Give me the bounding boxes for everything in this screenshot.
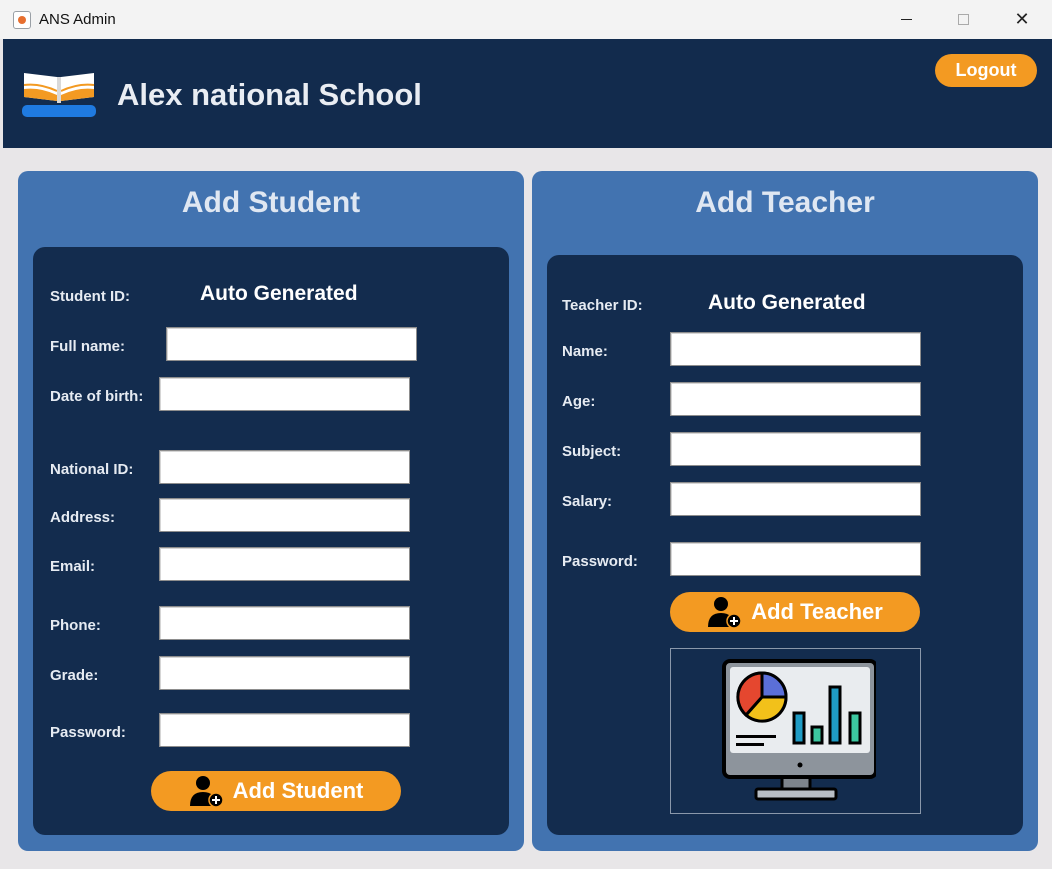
maximize-icon (957, 14, 969, 25)
illustration-frame (670, 648, 921, 814)
window-title: ANS Admin (39, 11, 116, 28)
subject-field[interactable] (670, 432, 921, 466)
add-student-button[interactable]: Add Student (151, 771, 401, 811)
add-teacher-label: Add Teacher (751, 599, 883, 624)
logout-button[interactable]: Logout (935, 54, 1037, 87)
date-of-birth-field[interactable] (159, 377, 410, 411)
teacher-id-label: Teacher ID: (562, 297, 643, 314)
analytics-monitor-icon (721, 659, 876, 801)
maximize-button[interactable] (934, 0, 992, 39)
teacher-name-field[interactable] (670, 332, 921, 366)
add-user-icon (189, 776, 224, 808)
teacher-password-field[interactable] (670, 542, 921, 576)
grade-field[interactable] (159, 656, 410, 690)
teacher-password-label: Password: (562, 553, 638, 570)
add-teacher-button[interactable]: Add Teacher (670, 592, 920, 632)
email-field[interactable] (159, 547, 410, 581)
student-form: Student ID: Auto Generated Full name: Da… (33, 247, 509, 835)
teacher-form: Teacher ID: Auto Generated Name: Age: Su… (547, 255, 1023, 835)
national-id-label: National ID: (50, 461, 134, 478)
email-label: Email: (50, 558, 96, 575)
date-of-birth-label: Date of birth: (50, 388, 144, 405)
student-password-field[interactable] (159, 713, 410, 747)
app-header: Alex national School Logout (3, 39, 1052, 148)
subject-label: Subject: (562, 443, 622, 460)
add-teacher-title: Add Teacher (695, 186, 875, 219)
age-field[interactable] (670, 382, 921, 416)
add-teacher-panel: Add Teacher Teacher ID: Auto Generated N… (532, 171, 1038, 851)
add-student-title: Add Student (181, 186, 361, 219)
minimize-icon (900, 19, 912, 20)
full-name-field[interactable] (166, 327, 417, 361)
add-user-icon (708, 597, 742, 629)
student-id-label: Student ID: (50, 288, 130, 305)
minimize-button[interactable] (877, 0, 935, 39)
teacher-id-value: Auto Generated (708, 291, 866, 314)
salary-field[interactable] (670, 482, 921, 516)
phone-field[interactable] (159, 606, 410, 640)
open-book-icon (22, 73, 96, 117)
phone-label: Phone: (50, 617, 101, 634)
teacher-name-label: Name: (562, 343, 608, 360)
student-id-value: Auto Generated (200, 282, 358, 305)
school-name: Alex national School (117, 77, 422, 112)
close-button[interactable]: ✕ (993, 0, 1051, 39)
address-field[interactable] (159, 498, 410, 532)
window-titlebar: ANS Admin ✕ (0, 0, 1052, 39)
address-label: Address: (50, 509, 116, 526)
add-student-panel: Add Student Student ID: Auto Generated F… (18, 171, 524, 851)
full-name-label: Full name: (50, 338, 126, 355)
grade-label: Grade: (50, 667, 99, 684)
age-label: Age: (562, 393, 596, 410)
close-icon: ✕ (1014, 8, 1030, 30)
java-app-icon (13, 11, 31, 29)
student-password-label: Password: (50, 724, 126, 741)
salary-label: Salary: (562, 493, 613, 510)
national-id-field[interactable] (159, 450, 410, 484)
add-student-label: Add Student (232, 778, 364, 803)
